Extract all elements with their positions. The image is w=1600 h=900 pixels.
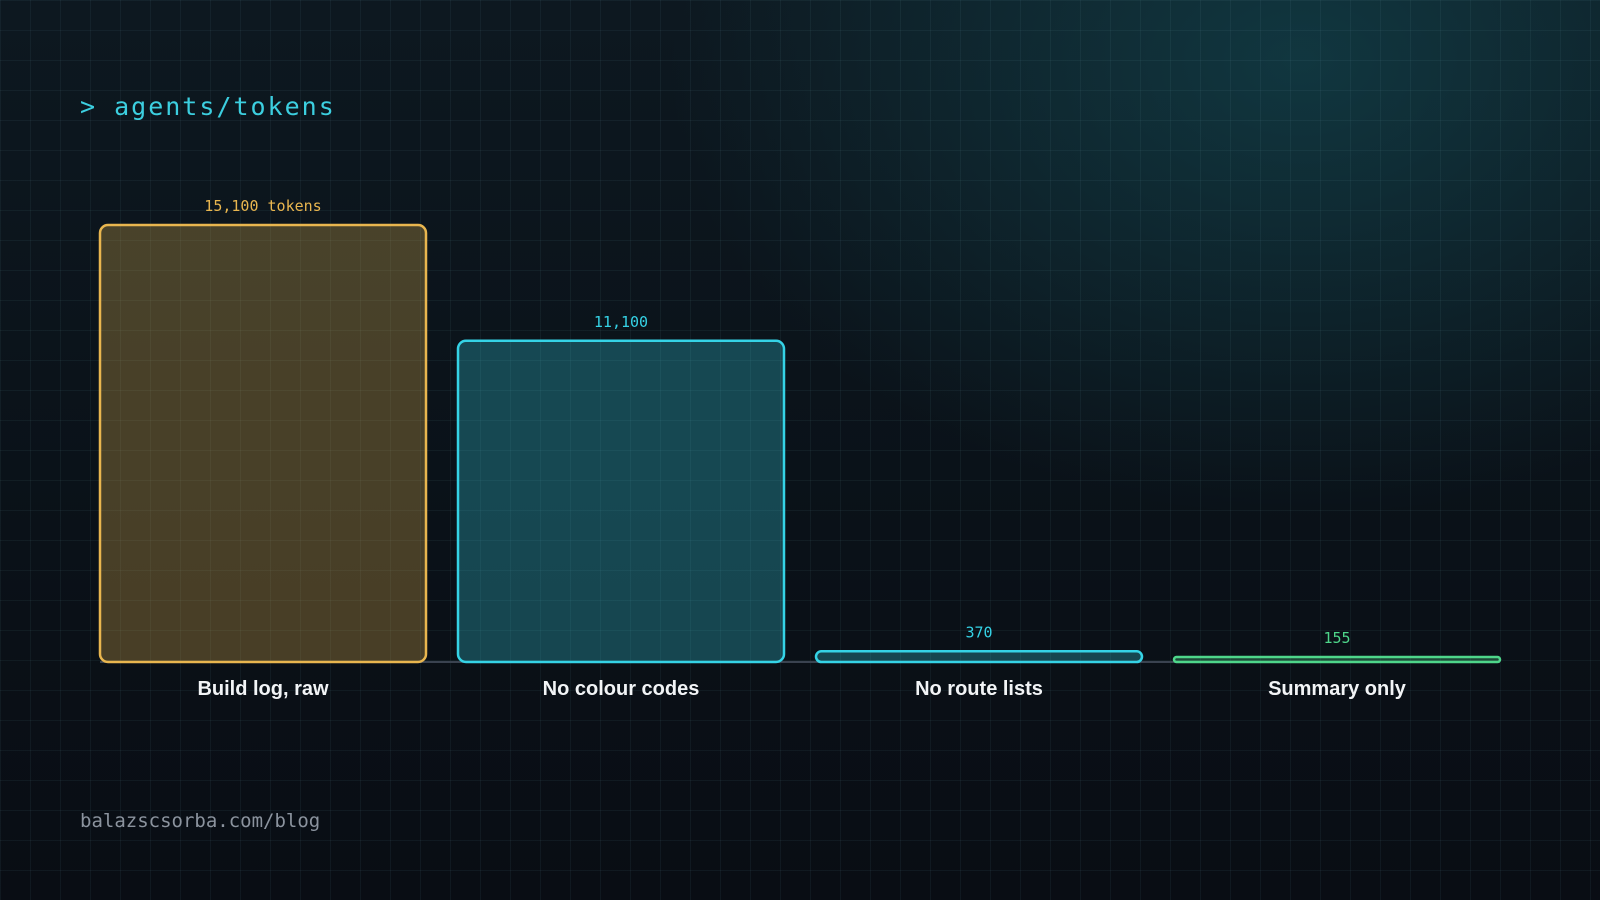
category-label-1: No colour codes: [543, 678, 700, 700]
bar-3: [1172, 655, 1502, 664]
token-bar-chart: 15,100 tokens Build log, raw 11,100 No colo…: [98, 197, 1502, 700]
category-label-0: Build log, raw: [197, 678, 329, 700]
bar-1: [456, 339, 786, 664]
bar-2: [814, 650, 1144, 664]
value-label-3: 155: [1323, 629, 1350, 647]
category-label-2: No route lists: [915, 678, 1043, 700]
value-label-2: 370: [965, 623, 992, 641]
footer-url: balazscsorba.com/blog: [80, 810, 321, 832]
category-label-3: Summary only: [1268, 678, 1407, 700]
value-label-1: 11,100: [594, 313, 648, 331]
value-label-0: 15,100 tokens: [204, 197, 321, 215]
chart-slide: > agents/tokens 15,100 tokens Build log, …: [0, 0, 1600, 900]
bar-0: [98, 223, 428, 664]
